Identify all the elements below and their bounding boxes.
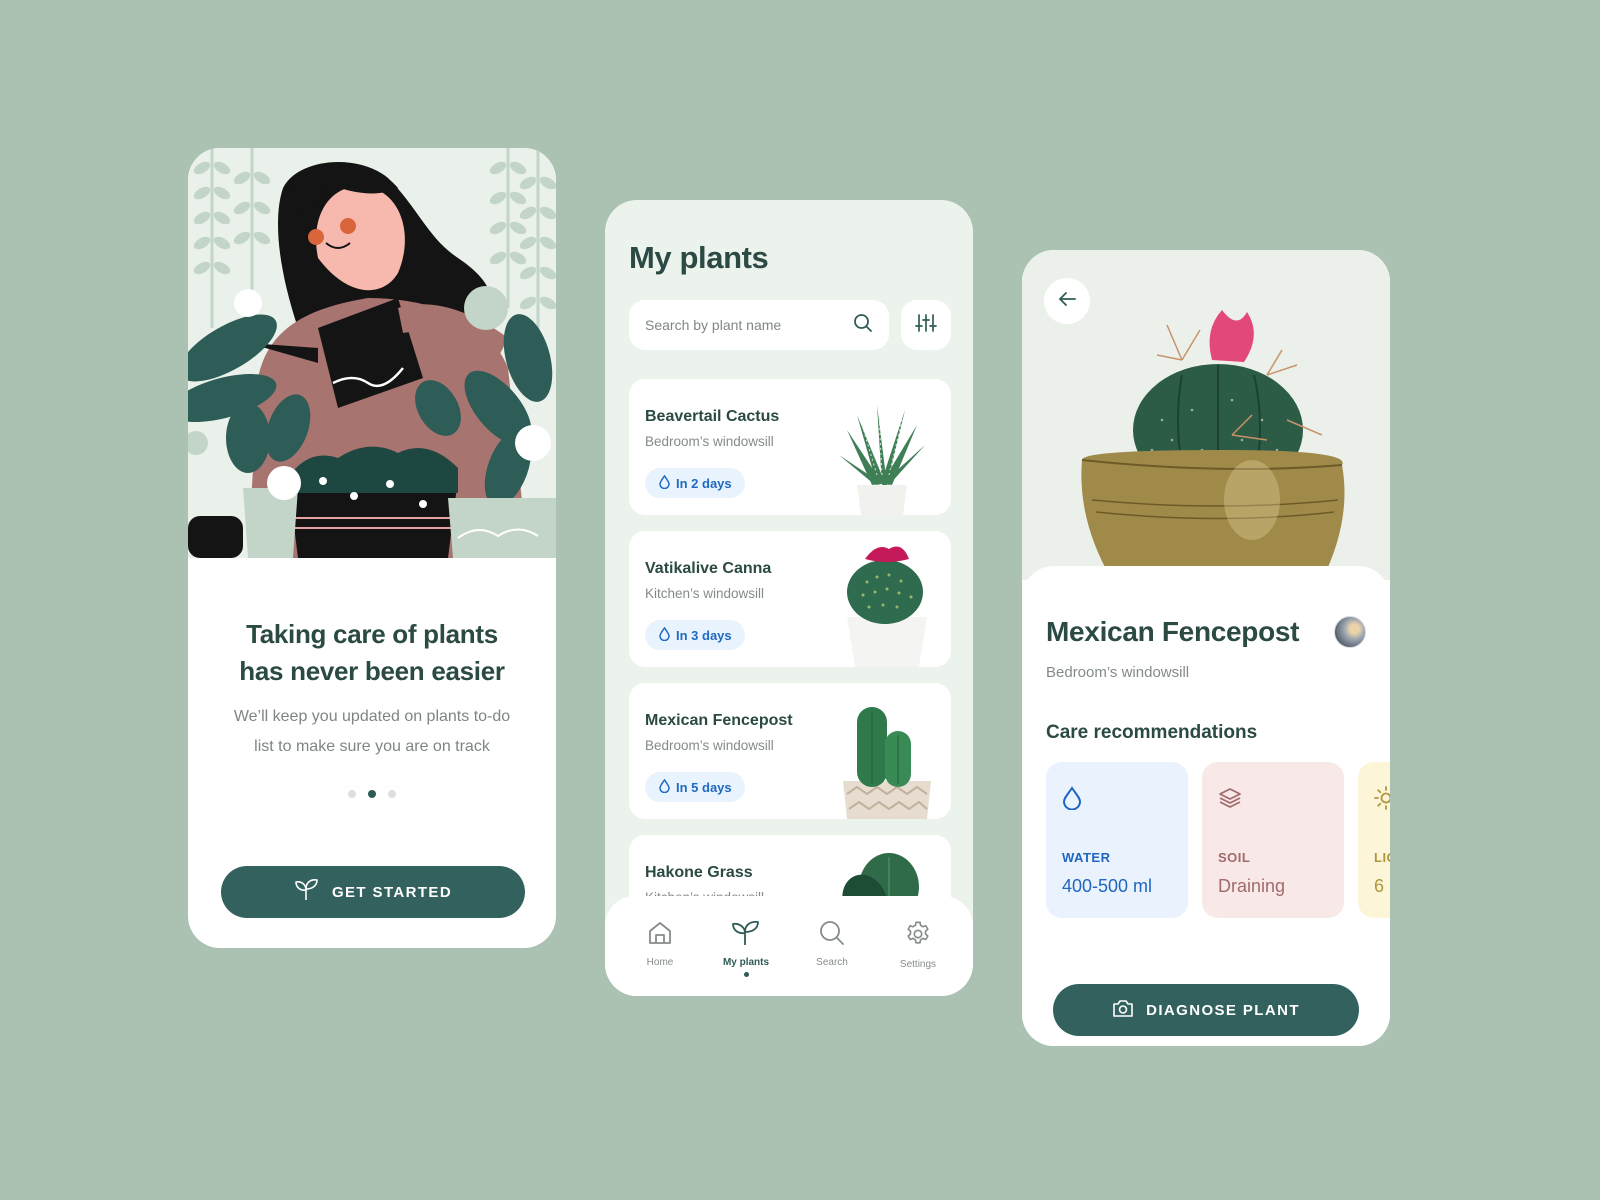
pagination-dot[interactable] [388, 790, 396, 798]
sliders-icon [915, 313, 937, 338]
plant-location: Bedroom’s windowsill [645, 738, 774, 753]
care-key: SOIL [1218, 850, 1251, 865]
avatar[interactable] [1334, 616, 1366, 648]
plant-card[interactable]: Vatikalive Canna Kitchen’s windowsill In… [629, 531, 951, 667]
search-icon [819, 920, 845, 951]
search-icon[interactable] [853, 313, 873, 338]
plant-location: Bedroom’s windowsill [1046, 664, 1190, 681]
woman-watering-plants-illustration [188, 148, 556, 558]
nav-item-search[interactable]: Search [797, 896, 867, 996]
my-plants-screen: My plants Beavertail Cactus Bedroom’s wi… [605, 200, 973, 996]
nav-item-settings[interactable]: Settings [883, 896, 953, 996]
search-bar[interactable] [629, 300, 889, 350]
nav-item-home[interactable]: Home [625, 896, 695, 996]
care-key: LIGHT [1374, 850, 1390, 865]
care-card-light[interactable]: LIGHT 6 h [1358, 762, 1390, 918]
gear-icon [904, 920, 932, 953]
watering-text: In 2 days [676, 475, 732, 491]
subtitle-line-2: list to make sure you are on track [254, 738, 490, 755]
sun-icon [1374, 786, 1390, 815]
care-card-water[interactable]: WATER 400-500 ml [1046, 762, 1188, 918]
layers-icon [1218, 786, 1242, 815]
watering-text: In 3 days [676, 627, 732, 643]
water-drop-icon [659, 474, 670, 492]
nav-label-search: Search [816, 957, 848, 968]
plant-location: Kitchen’s windowsill [645, 586, 765, 601]
plant-card[interactable]: Mexican Fencepost Bedroom’s windowsill I… [629, 683, 951, 819]
plant-name: Hakone Grass [645, 864, 753, 881]
care-section-title: Care recommendations [1046, 722, 1258, 743]
plant-title: Mexican Fencepost [1046, 616, 1300, 647]
water-drop-icon [1062, 786, 1082, 815]
nav-label-settings: Settings [899, 959, 937, 970]
back-button[interactable] [1044, 278, 1090, 324]
sprout-icon [294, 878, 320, 906]
care-value: 400-500 ml [1062, 876, 1153, 896]
bottom-navigation: Home My plants Search Settings [605, 896, 973, 996]
onboarding-subtitle: We’ll keep you updated on plants to-do l… [218, 702, 526, 762]
water-drop-icon [659, 778, 670, 796]
diagnose-plant-label: DIAGNOSE PLANT [1146, 1001, 1300, 1019]
onboarding-screen: Taking care of plants has never been eas… [188, 148, 556, 948]
arrow-left-icon [1058, 291, 1076, 312]
title-line-1: Taking care of plants [246, 619, 498, 649]
get-started-label: GET STARTED [331, 883, 453, 901]
page-title: My plants [629, 240, 769, 275]
watering-badge: In 2 days [645, 468, 745, 498]
care-value: Draining [1218, 876, 1286, 896]
care-cards: WATER 400-500 ml SOIL Draining LIGHT 6 h [1046, 762, 1390, 918]
pagination-dots [188, 790, 556, 798]
plant-name: Mexican Fencepost [645, 712, 793, 729]
plant-location: Bedroom’s windowsill [645, 434, 774, 449]
plant-name: Vatikalive Canna [645, 560, 772, 577]
nav-item-my-plants[interactable]: My plants [711, 896, 781, 996]
water-drop-icon [659, 626, 670, 644]
care-key: WATER [1062, 850, 1111, 865]
watering-text: In 5 days [676, 779, 732, 795]
plant-image-round-cactus [827, 537, 937, 667]
get-started-button[interactable]: GET STARTED [221, 866, 525, 918]
plant-image-aloe [827, 385, 937, 515]
nav-label-my-plants: My plants [722, 957, 770, 968]
plant-image-columnar-cactus [827, 689, 937, 819]
watering-badge: In 3 days [645, 620, 745, 650]
subtitle-line-1: We’ll keep you updated on plants to-do [233, 708, 511, 725]
home-icon [647, 920, 673, 951]
plant-card[interactable]: Beavertail Cactus Bedroom’s windowsill I… [629, 379, 951, 515]
sprout-icon [731, 920, 761, 951]
plant-name: Beavertail Cactus [645, 408, 780, 425]
onboarding-title: Taking care of plants has never been eas… [188, 616, 556, 690]
care-card-soil[interactable]: SOIL Draining [1202, 762, 1344, 918]
search-input[interactable] [645, 317, 835, 333]
watering-badge: In 5 days [645, 772, 745, 802]
camera-icon [1112, 998, 1134, 1022]
care-value: 6 h [1374, 876, 1390, 896]
pagination-dot[interactable] [348, 790, 356, 798]
filter-button[interactable] [901, 300, 951, 350]
plant-hero-image [1022, 250, 1390, 580]
diagnose-plant-button[interactable]: DIAGNOSE PLANT [1053, 984, 1359, 1036]
nav-label-home: Home [646, 957, 674, 968]
title-line-2: has never been easier [239, 656, 505, 686]
pagination-dot-active[interactable] [368, 790, 376, 798]
detail-sheet: Mexican Fencepost Bedroom’s windowsill C… [1022, 566, 1390, 1046]
plant-detail-screen: Mexican Fencepost Bedroom’s windowsill C… [1022, 250, 1390, 1046]
active-indicator [743, 972, 749, 977]
